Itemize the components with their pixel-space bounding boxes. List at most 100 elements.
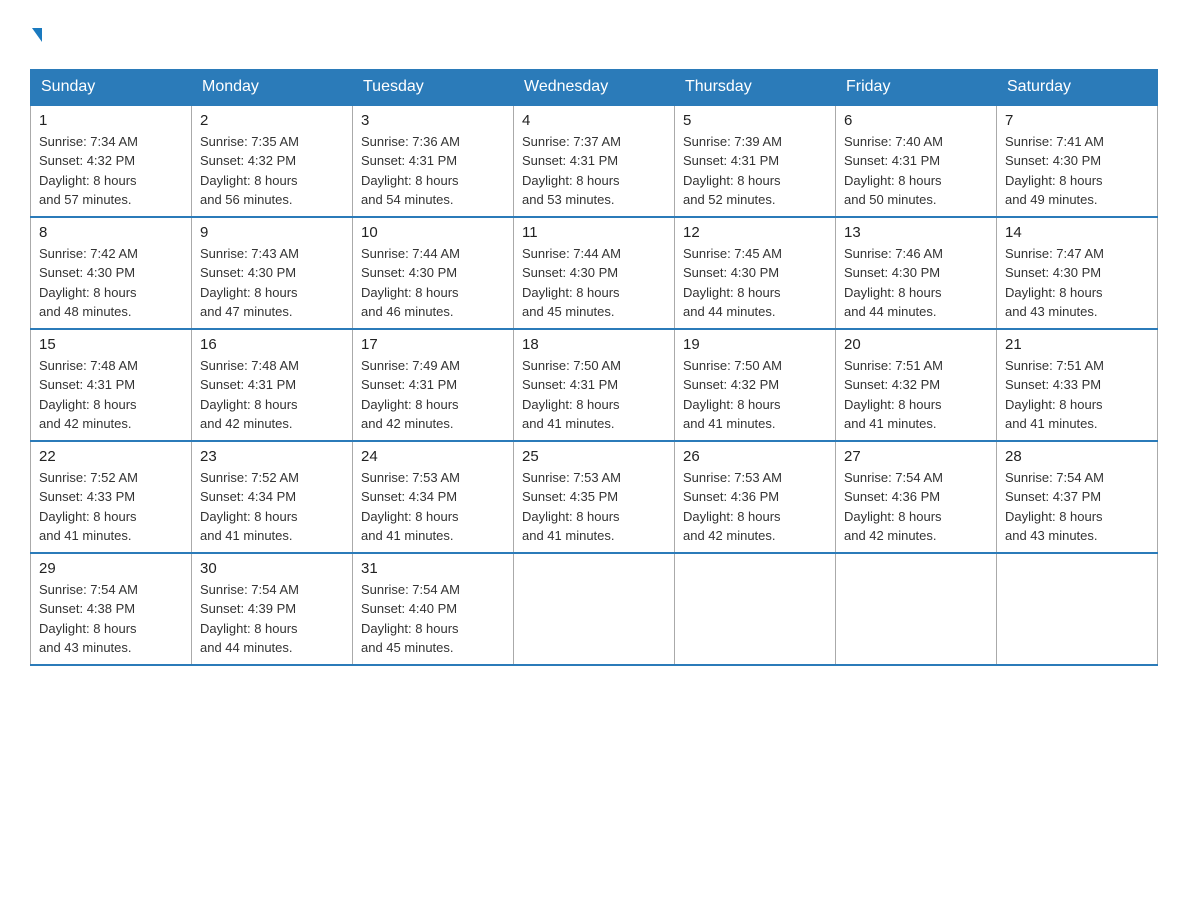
day-info: Sunrise: 7:53 AMSunset: 4:36 PMDaylight:…: [683, 468, 827, 546]
day-number: 11: [522, 224, 666, 241]
day-number: 6: [844, 112, 988, 129]
day-info: Sunrise: 7:51 AMSunset: 4:32 PMDaylight:…: [844, 356, 988, 434]
day-number: 9: [200, 224, 344, 241]
col-header-sunday: Sunday: [31, 69, 192, 105]
day-info: Sunrise: 7:54 AMSunset: 4:38 PMDaylight:…: [39, 580, 183, 658]
calendar-cell: 23 Sunrise: 7:52 AMSunset: 4:34 PMDayligh…: [192, 441, 353, 553]
calendar-cell: 2 Sunrise: 7:35 AMSunset: 4:32 PMDaylight…: [192, 105, 353, 217]
day-number: 14: [1005, 224, 1149, 241]
day-number: 23: [200, 448, 344, 465]
calendar-cell: 25 Sunrise: 7:53 AMSunset: 4:35 PMDayligh…: [514, 441, 675, 553]
day-info: Sunrise: 7:36 AMSunset: 4:31 PMDaylight:…: [361, 132, 505, 210]
calendar-cell: 20 Sunrise: 7:51 AMSunset: 4:32 PMDayligh…: [836, 329, 997, 441]
calendar-cell: 29 Sunrise: 7:54 AMSunset: 4:38 PMDayligh…: [31, 553, 192, 665]
day-number: 22: [39, 448, 183, 465]
day-number: 29: [39, 560, 183, 577]
day-number: 3: [361, 112, 505, 129]
col-header-monday: Monday: [192, 69, 353, 105]
day-number: 5: [683, 112, 827, 129]
day-number: 28: [1005, 448, 1149, 465]
day-number: 21: [1005, 336, 1149, 353]
day-info: Sunrise: 7:52 AMSunset: 4:34 PMDaylight:…: [200, 468, 344, 546]
calendar-cell: 14 Sunrise: 7:47 AMSunset: 4:30 PMDayligh…: [997, 217, 1158, 329]
day-info: Sunrise: 7:53 AMSunset: 4:35 PMDaylight:…: [522, 468, 666, 546]
day-info: Sunrise: 7:52 AMSunset: 4:33 PMDaylight:…: [39, 468, 183, 546]
calendar-header-row: SundayMondayTuesdayWednesdayThursdayFrid…: [31, 69, 1158, 105]
day-number: 2: [200, 112, 344, 129]
day-number: 30: [200, 560, 344, 577]
calendar-week-row: 29 Sunrise: 7:54 AMSunset: 4:38 PMDayligh…: [31, 553, 1158, 665]
col-header-tuesday: Tuesday: [353, 69, 514, 105]
logo-arrow-icon: [32, 28, 42, 42]
col-header-friday: Friday: [836, 69, 997, 105]
day-info: Sunrise: 7:54 AMSunset: 4:39 PMDaylight:…: [200, 580, 344, 658]
calendar-cell: [836, 553, 997, 665]
calendar-week-row: 22 Sunrise: 7:52 AMSunset: 4:33 PMDayligh…: [31, 441, 1158, 553]
calendar-cell: 24 Sunrise: 7:53 AMSunset: 4:34 PMDayligh…: [353, 441, 514, 553]
calendar-cell: 16 Sunrise: 7:48 AMSunset: 4:31 PMDayligh…: [192, 329, 353, 441]
day-number: 17: [361, 336, 505, 353]
calendar-week-row: 1 Sunrise: 7:34 AMSunset: 4:32 PMDaylight…: [31, 105, 1158, 217]
calendar-cell: 5 Sunrise: 7:39 AMSunset: 4:31 PMDaylight…: [675, 105, 836, 217]
calendar-week-row: 8Sunrise: 7:42 AMSunset: 4:30 PMDaylight…: [31, 217, 1158, 329]
day-info: Sunrise: 7:42 AMSunset: 4:30 PMDaylight:…: [39, 244, 183, 322]
calendar-cell: [675, 553, 836, 665]
logo-general: [30, 20, 42, 51]
day-info: Sunrise: 7:44 AMSunset: 4:30 PMDaylight:…: [361, 244, 505, 322]
calendar-week-row: 15 Sunrise: 7:48 AMSunset: 4:31 PMDayligh…: [31, 329, 1158, 441]
day-number: 1: [39, 112, 183, 129]
day-number: 20: [844, 336, 988, 353]
calendar-cell: 22 Sunrise: 7:52 AMSunset: 4:33 PMDayligh…: [31, 441, 192, 553]
day-info: Sunrise: 7:53 AMSunset: 4:34 PMDaylight:…: [361, 468, 505, 546]
calendar-cell: 17Sunrise: 7:49 AMSunset: 4:31 PMDayligh…: [353, 329, 514, 441]
day-number: 31: [361, 560, 505, 577]
calendar-cell: 8Sunrise: 7:42 AMSunset: 4:30 PMDaylight…: [31, 217, 192, 329]
calendar-cell: 9 Sunrise: 7:43 AMSunset: 4:30 PMDaylight…: [192, 217, 353, 329]
day-info: Sunrise: 7:40 AMSunset: 4:31 PMDaylight:…: [844, 132, 988, 210]
day-info: Sunrise: 7:43 AMSunset: 4:30 PMDaylight:…: [200, 244, 344, 322]
calendar-cell: 10 Sunrise: 7:44 AMSunset: 4:30 PMDayligh…: [353, 217, 514, 329]
day-info: Sunrise: 7:39 AMSunset: 4:31 PMDaylight:…: [683, 132, 827, 210]
calendar-cell: 31 Sunrise: 7:54 AMSunset: 4:40 PMDayligh…: [353, 553, 514, 665]
day-info: Sunrise: 7:54 AMSunset: 4:37 PMDaylight:…: [1005, 468, 1149, 546]
calendar-cell: [997, 553, 1158, 665]
day-number: 27: [844, 448, 988, 465]
day-info: Sunrise: 7:48 AMSunset: 4:31 PMDaylight:…: [200, 356, 344, 434]
day-number: 24: [361, 448, 505, 465]
day-number: 12: [683, 224, 827, 241]
calendar-cell: 26 Sunrise: 7:53 AMSunset: 4:36 PMDayligh…: [675, 441, 836, 553]
calendar-cell: 27Sunrise: 7:54 AMSunset: 4:36 PMDayligh…: [836, 441, 997, 553]
day-info: Sunrise: 7:37 AMSunset: 4:31 PMDaylight:…: [522, 132, 666, 210]
day-info: Sunrise: 7:41 AMSunset: 4:30 PMDaylight:…: [1005, 132, 1149, 210]
calendar-cell: 6 Sunrise: 7:40 AMSunset: 4:31 PMDaylight…: [836, 105, 997, 217]
day-number: 26: [683, 448, 827, 465]
calendar-cell: 13Sunrise: 7:46 AMSunset: 4:30 PMDayligh…: [836, 217, 997, 329]
day-info: Sunrise: 7:47 AMSunset: 4:30 PMDaylight:…: [1005, 244, 1149, 322]
col-header-thursday: Thursday: [675, 69, 836, 105]
calendar-cell: 11 Sunrise: 7:44 AMSunset: 4:30 PMDayligh…: [514, 217, 675, 329]
day-info: Sunrise: 7:54 AMSunset: 4:40 PMDaylight:…: [361, 580, 505, 658]
day-info: Sunrise: 7:48 AMSunset: 4:31 PMDaylight:…: [39, 356, 183, 434]
calendar-cell: 30 Sunrise: 7:54 AMSunset: 4:39 PMDayligh…: [192, 553, 353, 665]
day-info: Sunrise: 7:50 AMSunset: 4:31 PMDaylight:…: [522, 356, 666, 434]
day-number: 7: [1005, 112, 1149, 129]
day-number: 16: [200, 336, 344, 353]
day-info: Sunrise: 7:35 AMSunset: 4:32 PMDaylight:…: [200, 132, 344, 210]
day-info: Sunrise: 7:51 AMSunset: 4:33 PMDaylight:…: [1005, 356, 1149, 434]
day-info: Sunrise: 7:34 AMSunset: 4:32 PMDaylight:…: [39, 132, 183, 210]
day-number: 19: [683, 336, 827, 353]
col-header-wednesday: Wednesday: [514, 69, 675, 105]
day-number: 4: [522, 112, 666, 129]
calendar-cell: 1 Sunrise: 7:34 AMSunset: 4:32 PMDaylight…: [31, 105, 192, 217]
calendar-cell: 4 Sunrise: 7:37 AMSunset: 4:31 PMDaylight…: [514, 105, 675, 217]
col-header-saturday: Saturday: [997, 69, 1158, 105]
day-info: Sunrise: 7:44 AMSunset: 4:30 PMDaylight:…: [522, 244, 666, 322]
day-number: 25: [522, 448, 666, 465]
calendar-cell: [514, 553, 675, 665]
day-number: 15: [39, 336, 183, 353]
day-info: Sunrise: 7:46 AMSunset: 4:30 PMDaylight:…: [844, 244, 988, 322]
calendar-cell: 18Sunrise: 7:50 AMSunset: 4:31 PMDayligh…: [514, 329, 675, 441]
calendar-cell: 28 Sunrise: 7:54 AMSunset: 4:37 PMDayligh…: [997, 441, 1158, 553]
day-number: 10: [361, 224, 505, 241]
page-header: [30, 20, 1158, 51]
